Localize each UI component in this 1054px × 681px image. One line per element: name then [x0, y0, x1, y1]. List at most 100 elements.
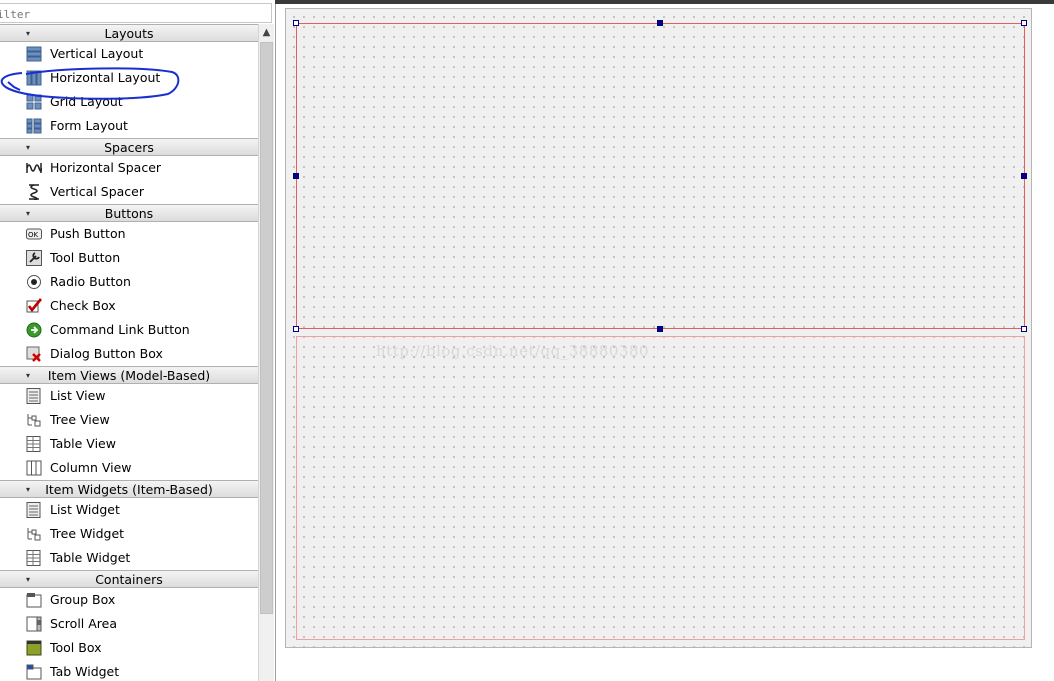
- selected-layout[interactable]: [296, 23, 1025, 329]
- resize-handle[interactable]: [293, 173, 299, 179]
- widget-item-label: Tree Widget: [50, 526, 125, 541]
- widget-item[interactable]: Check Box: [0, 294, 258, 318]
- resize-handle[interactable]: [293, 20, 299, 26]
- svg-text:OK: OK: [28, 231, 39, 239]
- widget-item[interactable]: Horizontal Spacer: [0, 156, 258, 180]
- widget-item-label: Tab Widget: [50, 664, 120, 679]
- category-header[interactable]: ▾ Item Views (Model-Based): [0, 366, 258, 384]
- widget-item[interactable]: List View: [0, 384, 258, 408]
- widget-list: ▾ Layouts Vertical Layout Horizontal Layout…: [0, 24, 258, 681]
- list-view-icon: [26, 388, 41, 404]
- widget-item-label: Tool Box: [50, 640, 102, 655]
- table-widget-icon: [26, 550, 41, 566]
- widget-item[interactable]: Grid Layout: [0, 90, 258, 114]
- widget-item[interactable]: Vertical Layout: [0, 42, 258, 66]
- scroll-area-icon: [26, 616, 42, 632]
- column-view-icon: [26, 460, 42, 476]
- widget-item-label: Push Button: [50, 226, 126, 241]
- group-box-icon: [26, 593, 42, 608]
- widget-item[interactable]: Form Layout: [0, 114, 258, 138]
- resize-handle[interactable]: [1021, 326, 1027, 332]
- horizontal-spacer-icon: [26, 163, 42, 173]
- widget-item[interactable]: Table View: [0, 432, 258, 456]
- category-label: Buttons: [104, 206, 154, 221]
- vertical-spacer-icon: [29, 184, 39, 200]
- tool-button-icon: [26, 250, 42, 266]
- widget-item-label: Vertical Layout: [50, 46, 144, 61]
- widget-item-label: Form Layout: [50, 118, 128, 133]
- widget-item[interactable]: List Widget: [0, 498, 258, 522]
- widget-item-label: List View: [50, 388, 106, 403]
- tool-box-icon: [26, 640, 42, 656]
- scroll-up-icon[interactable]: ▲: [259, 24, 274, 41]
- widget-item-label: Horizontal Spacer: [50, 160, 162, 175]
- widget-item-label: List Widget: [50, 502, 120, 517]
- horizontal-layout-icon: [26, 70, 42, 86]
- widget-item[interactable]: Radio Button: [0, 270, 258, 294]
- category-label: Spacers: [104, 140, 154, 155]
- scrollbar-thumb[interactable]: [260, 42, 273, 614]
- widget-item-label: Tool Button: [50, 250, 121, 265]
- resize-handle[interactable]: [293, 326, 299, 332]
- widget-item-label: Grid Layout: [50, 94, 123, 109]
- resize-handle[interactable]: [1021, 20, 1027, 26]
- command-link-icon: [26, 322, 42, 338]
- tree-view-icon: [27, 414, 41, 427]
- widget-item[interactable]: Dialog Button Box: [0, 342, 258, 366]
- top-toolbar-edge: [275, 0, 1054, 4]
- widget-item[interactable]: Tree Widget: [0, 522, 258, 546]
- category-header[interactable]: ▾ Buttons: [0, 204, 258, 222]
- filter-input[interactable]: [0, 3, 272, 23]
- category-label: Containers: [95, 572, 163, 587]
- widget-item-label: Table View: [50, 436, 116, 451]
- widget-item[interactable]: Table Widget: [0, 546, 258, 570]
- form-canvas[interactable]: http://blog.csdn.net/qq_38880380: [285, 8, 1032, 648]
- watermark: http://blog.csdn.net/qq_38880380: [376, 342, 650, 360]
- widget-item-label: Tree View: [50, 412, 110, 427]
- widget-item[interactable]: Tab Widget: [0, 660, 258, 681]
- category-header[interactable]: ▾ Layouts: [0, 24, 258, 42]
- expand-arrow-icon[interactable]: ▾: [26, 571, 30, 589]
- resize-handle[interactable]: [1021, 173, 1027, 179]
- expand-arrow-icon[interactable]: ▾: [26, 25, 30, 43]
- dialog-button-box-icon: [26, 346, 41, 362]
- category-header[interactable]: ▾ Containers: [0, 570, 258, 588]
- widget-item[interactable]: Tree View: [0, 408, 258, 432]
- widget-list-scrollbar[interactable]: ▲: [258, 24, 274, 681]
- widget-item-label: Column View: [50, 460, 132, 475]
- widget-item[interactable]: Command Link Button: [0, 318, 258, 342]
- tab-widget-icon: [26, 664, 42, 680]
- widget-item-label: Command Link Button: [50, 322, 190, 337]
- category-header[interactable]: ▾ Spacers: [0, 138, 258, 156]
- expand-arrow-icon[interactable]: ▾: [26, 367, 30, 385]
- category-label: Item Widgets (Item-Based): [45, 482, 213, 497]
- expand-arrow-icon[interactable]: ▾: [26, 139, 30, 157]
- widget-box-panel: ▾ Layouts Vertical Layout Horizontal Layout…: [0, 0, 276, 681]
- layout-container[interactable]: [296, 336, 1025, 640]
- category-header[interactable]: ▾ Item Widgets (Item-Based): [0, 480, 258, 498]
- expand-arrow-icon[interactable]: ▾: [26, 205, 30, 223]
- table-view-icon: [26, 436, 41, 452]
- push-button-icon: OK: [26, 228, 42, 240]
- widget-item[interactable]: Vertical Spacer: [0, 180, 258, 204]
- widget-item[interactable]: Scroll Area: [0, 612, 258, 636]
- widget-item[interactable]: Group Box: [0, 588, 258, 612]
- widget-item-label: Horizontal Layout: [50, 70, 161, 85]
- check-box-icon: [26, 298, 42, 313]
- widget-item-label: Group Box: [50, 592, 116, 607]
- widget-item[interactable]: Tool Button: [0, 246, 258, 270]
- expand-arrow-icon[interactable]: ▾: [26, 481, 30, 499]
- vertical-layout-icon: [26, 46, 42, 62]
- widget-item-label: Dialog Button Box: [50, 346, 163, 361]
- widget-item-label: Radio Button: [50, 274, 131, 289]
- widget-item-label: Scroll Area: [50, 616, 118, 631]
- category-label: Layouts: [104, 26, 154, 41]
- widget-item[interactable]: Horizontal Layout: [0, 66, 258, 90]
- list-widget-icon: [26, 502, 41, 518]
- widget-item[interactable]: OK Push Button: [0, 222, 258, 246]
- resize-handle[interactable]: [657, 20, 663, 26]
- widget-item[interactable]: Tool Box: [0, 636, 258, 660]
- form-layout-icon: [26, 118, 42, 134]
- resize-handle[interactable]: [657, 326, 663, 332]
- widget-item[interactable]: Column View: [0, 456, 258, 480]
